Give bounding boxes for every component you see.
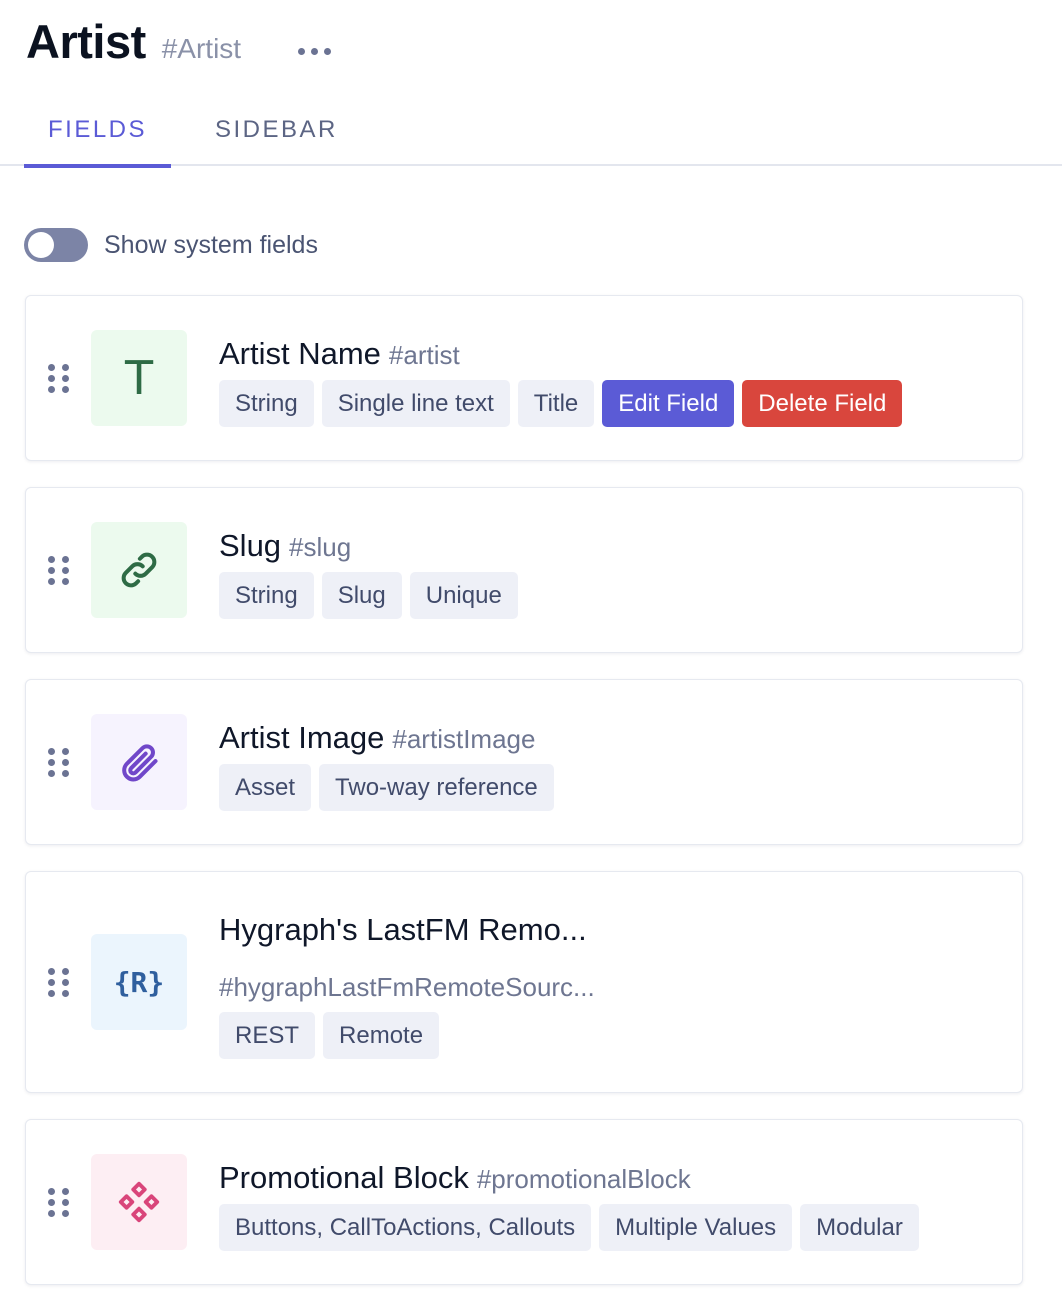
- tab-fields[interactable]: FIELDS: [23, 116, 172, 168]
- drag-handle-icon[interactable]: [48, 1188, 70, 1218]
- system-fields-toggle-row: Show system fields: [24, 228, 318, 262]
- drag-handle-icon[interactable]: [48, 968, 70, 998]
- field-api-id: #artist: [388, 340, 460, 370]
- field-tag: Single line text: [321, 380, 510, 427]
- field-tag: Modular: [800, 1204, 919, 1251]
- field-tag: Asset: [219, 764, 312, 811]
- field-card-artist-name[interactable]: T Artist Name #artist String Single line…: [25, 295, 1023, 461]
- field-tag: Slug: [321, 572, 402, 619]
- more-options-button[interactable]: [298, 44, 340, 58]
- field-name: Artist Image: [219, 720, 385, 755]
- system-fields-label: Show system fields: [104, 230, 318, 259]
- field-name-line: Slug #slug: [219, 528, 351, 564]
- tab-sidebar[interactable]: SIDEBAR: [215, 116, 338, 166]
- dot-icon: [311, 47, 318, 55]
- field-tag: Unique: [409, 572, 518, 619]
- field-name: Slug: [219, 528, 282, 563]
- field-tag: Title: [517, 380, 595, 427]
- field-api-id: #promotionalBlock: [476, 1164, 691, 1194]
- field-tag: Two-way reference: [319, 764, 554, 811]
- field-tag: Remote: [323, 1012, 440, 1059]
- delete-field-button[interactable]: Delete Field: [742, 380, 903, 427]
- drag-handle-icon[interactable]: [48, 364, 70, 394]
- page-title: Artist: [26, 15, 146, 68]
- field-name: Promotional Block: [219, 1160, 469, 1195]
- field-name-line: Hygraph's LastFM Remo...: [219, 912, 587, 948]
- field-tags: String Slug Unique: [219, 572, 518, 619]
- field-name: Artist Name: [219, 336, 381, 371]
- field-tag: Multiple Values: [599, 1204, 793, 1251]
- edit-field-button[interactable]: Edit Field: [602, 380, 735, 427]
- field-tag: String: [219, 572, 314, 619]
- field-tag: Buttons, CallToActions, Callouts: [219, 1204, 592, 1251]
- field-tags: String Single line text Title Edit Field…: [219, 380, 903, 427]
- field-api-id: #artistImage: [392, 724, 536, 754]
- field-card-slug[interactable]: Slug #slug String Slug Unique: [25, 487, 1023, 653]
- field-card-artist-image[interactable]: Artist Image #artistImage Asset Two-way …: [25, 679, 1023, 845]
- text-type-icon: T: [91, 330, 187, 426]
- field-name: Hygraph's LastFM Remo...: [219, 912, 587, 947]
- dot-icon: [324, 47, 331, 55]
- field-api-id: #slug: [289, 532, 352, 562]
- drag-handle-icon[interactable]: [48, 748, 70, 778]
- field-tag: REST: [219, 1012, 316, 1059]
- toggle-knob: [28, 232, 54, 258]
- field-api-id: #hygraphLastFmRemoteSourc...: [219, 972, 595, 1002]
- dot-icon: [298, 47, 305, 55]
- field-name-line: Artist Image #artistImage: [219, 720, 535, 756]
- drag-handle-icon[interactable]: [48, 556, 70, 586]
- field-tags: Buttons, CallToActions, Callouts Multipl…: [219, 1204, 919, 1251]
- system-fields-toggle[interactable]: [24, 228, 88, 262]
- field-api-id-line: #hygraphLastFmRemoteSourc...: [219, 972, 595, 1003]
- page-header: Artist #Artist: [26, 14, 241, 69]
- model-api-id: #Artist: [161, 33, 242, 64]
- field-name-line: Artist Name #artist: [219, 336, 460, 372]
- field-card-promotional-block[interactable]: Promotional Block #promotionalBlock Butt…: [25, 1119, 1023, 1285]
- paperclip-icon: [91, 714, 187, 810]
- rest-remote-icon: {R}: [91, 934, 187, 1030]
- field-name-line: Promotional Block #promotionalBlock: [219, 1160, 691, 1196]
- field-card-lastfm-remote[interactable]: {R} Hygraph's LastFM Remo... #hygraphLas…: [25, 871, 1023, 1093]
- link-icon: [91, 522, 187, 618]
- modular-component-icon: [91, 1154, 187, 1250]
- field-tag: String: [219, 380, 314, 427]
- field-tags: Asset Two-way reference: [219, 764, 554, 811]
- field-tags: REST Remote: [219, 1012, 440, 1059]
- tab-bar: FIELDS SIDEBAR: [0, 100, 1062, 168]
